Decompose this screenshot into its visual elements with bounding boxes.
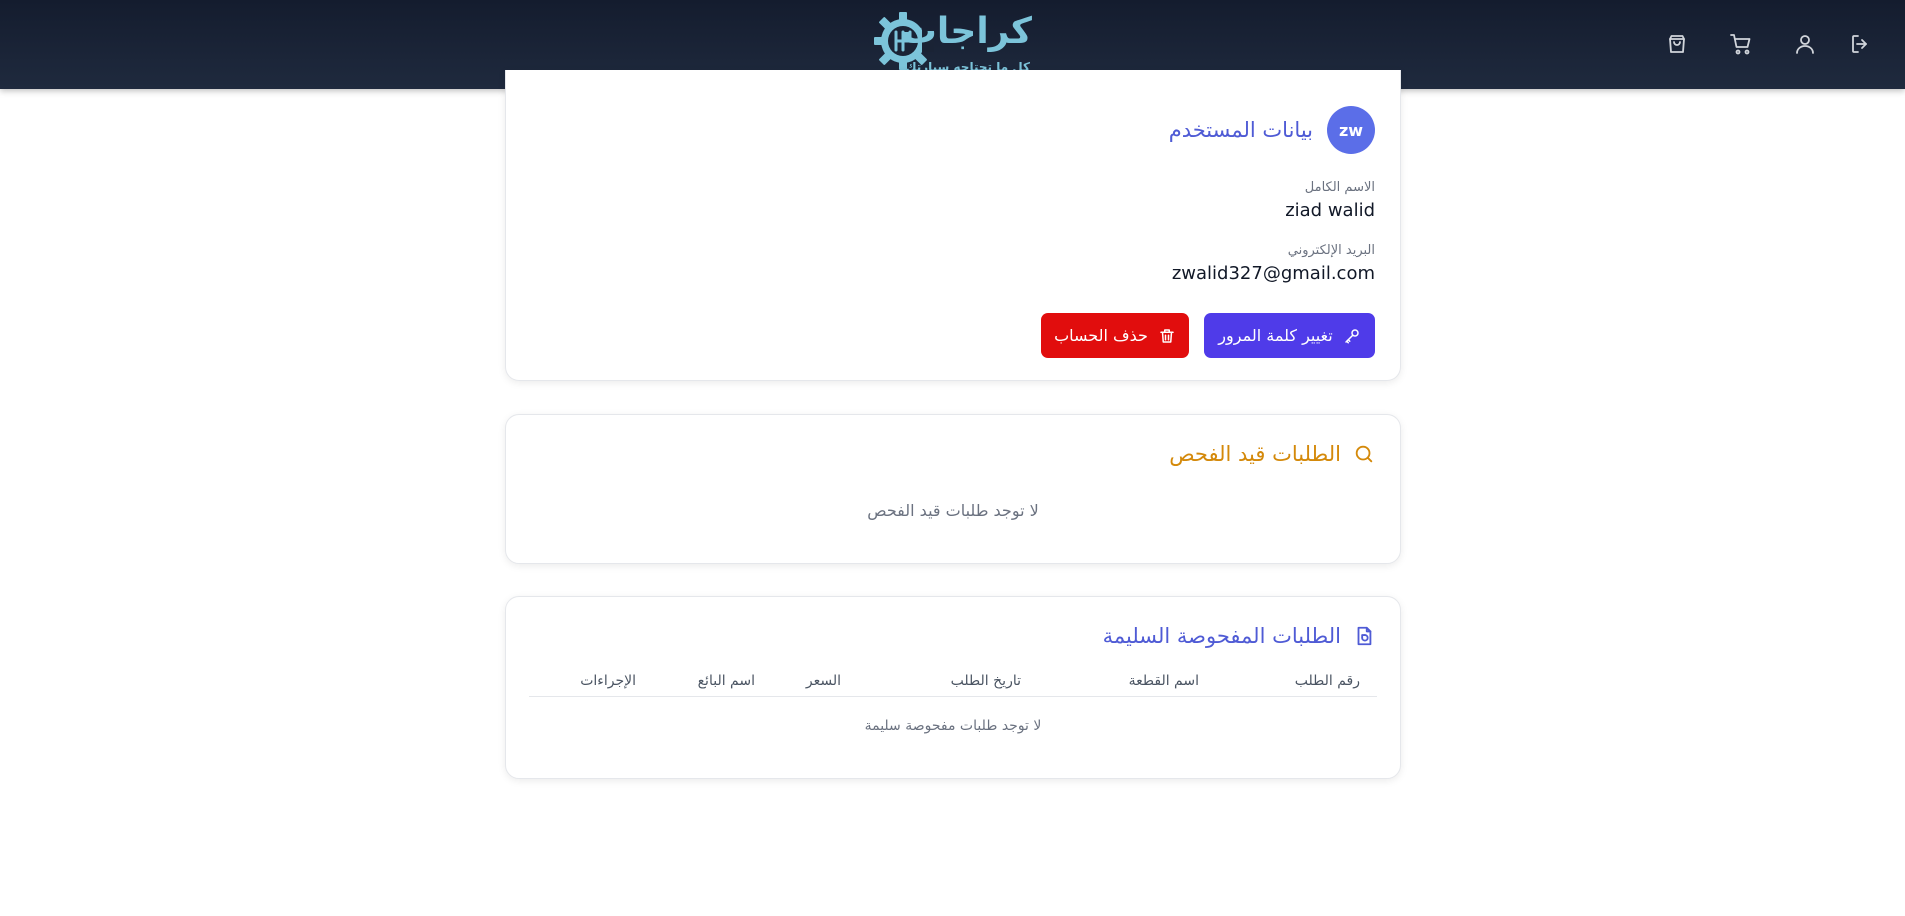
column-header-order-date: تاريخ الطلب — [950, 673, 1021, 689]
approved-orders-header: الطلبات المفحوصة السليمة — [1103, 623, 1375, 649]
change-password-button[interactable]: تغيير كلمة المرور — [1204, 313, 1375, 358]
delete-account-label: حذف الحساب — [1054, 326, 1148, 345]
full-name-value: ziad walid — [1285, 200, 1375, 221]
column-header-price: السعر — [805, 673, 841, 689]
approved-orders-table-header: رقم الطلب اسم القطعة تاريخ الطلب السعر ا… — [529, 669, 1377, 697]
logout-icon[interactable] — [1849, 32, 1873, 56]
column-header-order-number: رقم الطلب — [1294, 673, 1360, 689]
column-header-part-name: اسم القطعة — [1128, 673, 1199, 689]
column-header-actions: الإجراءات — [580, 673, 636, 689]
approved-orders-card: الطلبات المفحوصة السليمة رقم الطلب اسم ا… — [505, 596, 1401, 779]
approved-orders-empty-message: لا توجد طلبات مفحوصة سليمة — [864, 718, 1042, 734]
pending-orders-card: الطلبات قيد الفحص لا توجد طلبات قيد الفح… — [505, 414, 1401, 564]
pending-orders-title: الطلبات قيد الفحص — [1169, 442, 1341, 466]
cart-icon[interactable] — [1729, 32, 1753, 56]
search-icon — [1355, 445, 1373, 463]
pending-orders-empty-message: لا توجد طلبات قيد الفحص — [867, 501, 1039, 520]
trash-icon — [1160, 328, 1174, 343]
user-info-card: zw بيانات المستخدم الاسم الكامل ziad wal… — [505, 70, 1401, 381]
pending-orders-header: الطلبات قيد الفحص — [1169, 441, 1375, 467]
shopping-bag-icon[interactable] — [1665, 32, 1689, 56]
file-check-icon — [1357, 626, 1372, 646]
delete-account-button[interactable]: حذف الحساب — [1041, 313, 1189, 358]
full-name-label: الاسم الكامل — [1304, 180, 1375, 195]
email-label: البريد الإلكتروني — [1287, 243, 1375, 258]
approved-orders-title: الطلبات المفحوصة السليمة — [1102, 624, 1341, 648]
avatar: zw — [1327, 106, 1375, 154]
user-card-title: بيانات المستخدم — [1168, 118, 1313, 142]
column-header-seller-name: اسم البائع — [697, 673, 755, 689]
email-value: zwalid327@gmail.com — [1171, 263, 1375, 284]
key-icon — [1344, 328, 1359, 343]
change-password-label: تغيير كلمة المرور — [1218, 326, 1333, 345]
brand-name: كراجات — [900, 11, 1032, 52]
user-icon[interactable] — [1793, 32, 1817, 56]
user-card-header: zw بيانات المستخدم — [1169, 106, 1375, 154]
